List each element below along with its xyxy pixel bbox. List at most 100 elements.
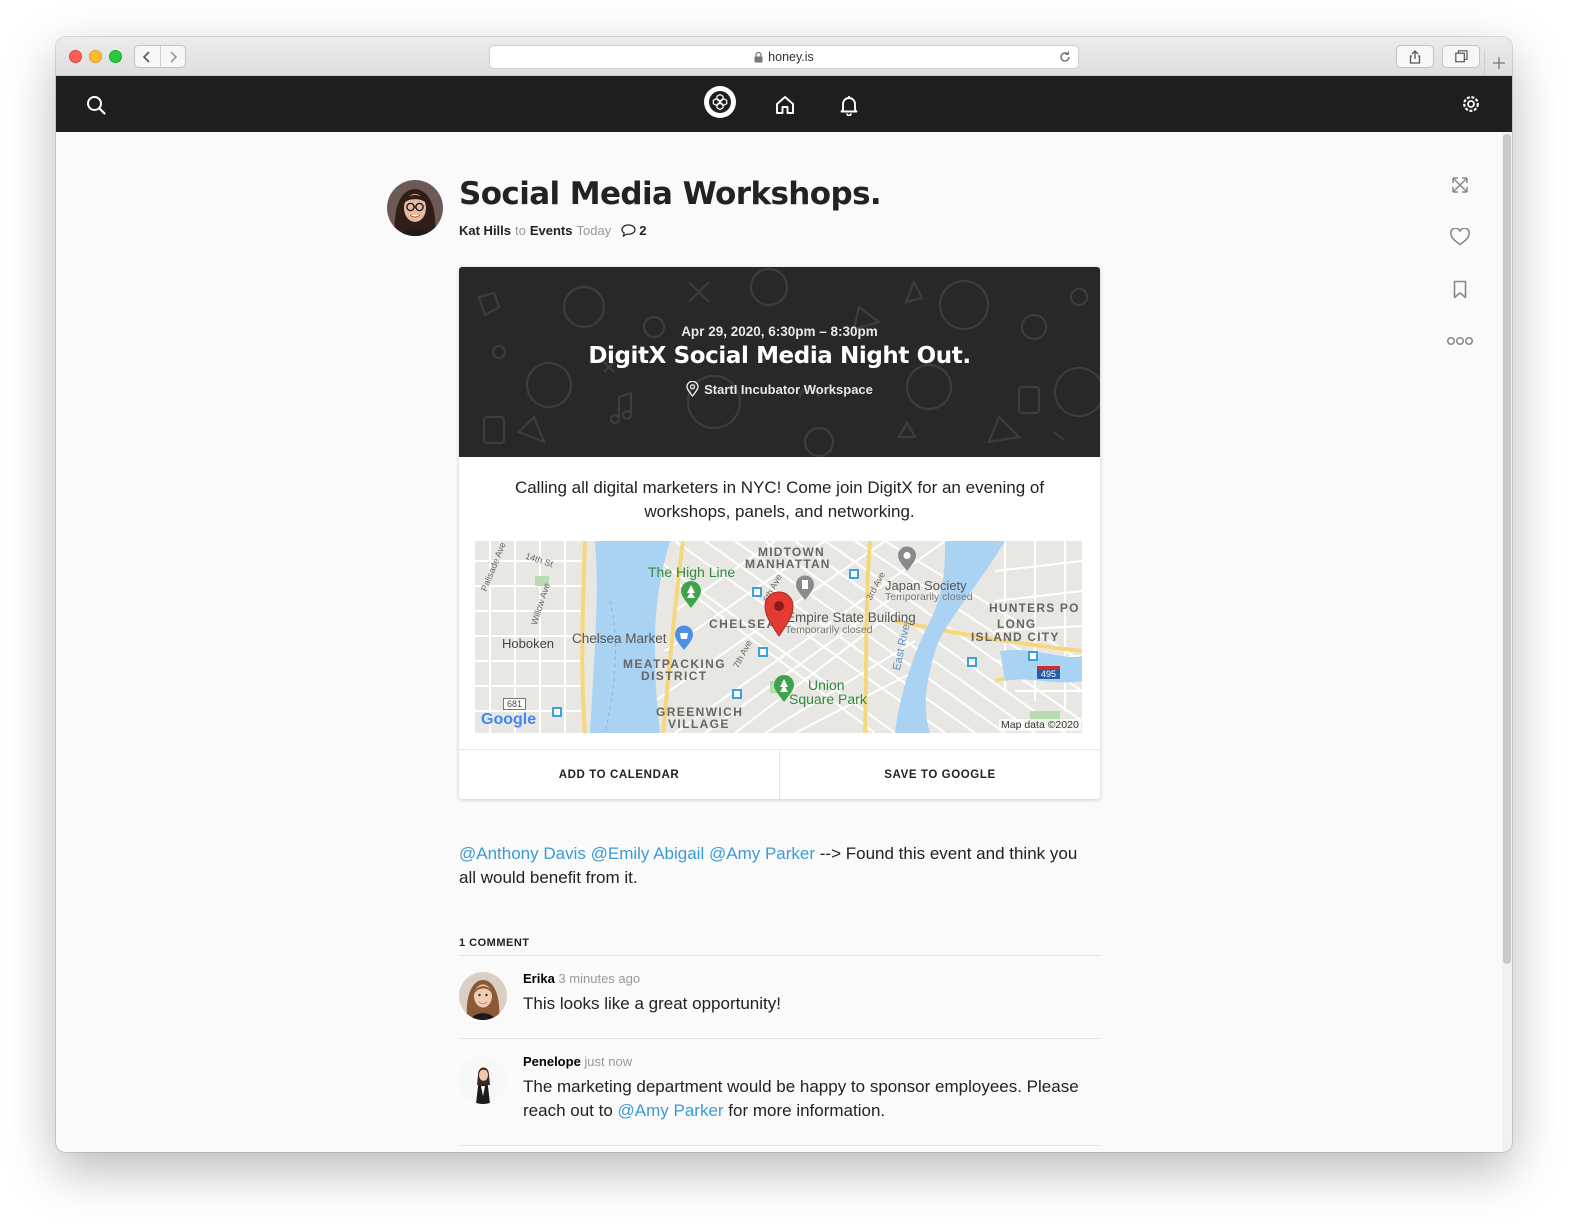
notifications-button[interactable] — [836, 92, 862, 118]
app-navbar — [56, 76, 1512, 132]
tabs-overview-button[interactable] — [1442, 45, 1480, 68]
transit-icon — [1028, 651, 1038, 661]
heart-icon — [1450, 228, 1470, 246]
comment-count-link[interactable]: 2 — [621, 223, 646, 238]
transit-icon — [732, 689, 742, 699]
japan-society-pin-icon — [898, 546, 916, 571]
post-meta: Kat Hills to Events Today 2 — [459, 223, 646, 238]
bookmark-button[interactable] — [1448, 277, 1472, 301]
search-button[interactable] — [84, 93, 108, 117]
home-icon — [776, 96, 794, 114]
comment-item: Erika 3 minutes ago This looks like a gr… — [459, 967, 1100, 1039]
map-label-manhattan: MANHATTAN — [745, 557, 831, 571]
event-location[interactable]: StartI Incubator Workspace — [459, 381, 1100, 397]
location-pin-icon — [686, 381, 699, 397]
map-label-chelsea-market: Chelsea Market — [572, 631, 667, 646]
more-options-button[interactable] — [1446, 329, 1474, 353]
channel-link[interactable]: Events — [530, 223, 573, 238]
zoom-window-button[interactable] — [109, 50, 122, 63]
union-square-pin-icon — [774, 675, 794, 702]
comments-header: 1 COMMENT — [459, 937, 1100, 956]
more-icon — [1446, 336, 1474, 346]
event-date: Apr 29, 2020, 6:30pm – 8:30pm — [681, 324, 878, 339]
save-to-google-button[interactable]: SAVE TO GOOGLE — [779, 750, 1100, 799]
map-label-island-city: ISLAND CITY — [971, 630, 1060, 644]
comment-time: just now — [584, 1054, 633, 1069]
event-banner: Apr 29, 2020, 6:30pm – 8:30pm DigitX Soc… — [459, 267, 1100, 457]
map-label-japan-closed: Temporarily closed — [885, 591, 973, 603]
address-bar[interactable]: honey.is — [489, 45, 1079, 69]
settings-button[interactable] — [1459, 92, 1483, 116]
event-title: DigitX Social Media Night Out. — [588, 343, 971, 369]
chelsea-market-pin-icon — [675, 625, 693, 650]
like-button[interactable] — [1448, 225, 1472, 249]
new-tab-button[interactable] — [1484, 50, 1512, 76]
search-icon — [87, 96, 106, 115]
landmark-pin-icon — [796, 575, 814, 600]
plus-icon — [1492, 57, 1505, 69]
comment-header: Erika 3 minutes ago — [523, 971, 640, 986]
post-time: Today — [576, 223, 612, 238]
close-post-button[interactable] — [1448, 173, 1472, 197]
chevron-left-icon — [143, 50, 150, 63]
author-link[interactable]: Kat Hills — [459, 223, 511, 238]
add-to-calendar-button[interactable]: ADD TO CALENDAR — [459, 750, 779, 799]
url-text: honey.is — [768, 50, 814, 64]
comment-header: Penelope just now — [523, 1054, 632, 1069]
transit-icon — [967, 657, 977, 667]
commenter-name[interactable]: Erika — [523, 971, 555, 986]
map-label-hunters: HUNTERS PO — [989, 601, 1080, 615]
bell-icon — [840, 96, 858, 116]
map-data-credit: Map data ©2020 — [999, 719, 1081, 731]
scrollbar-thumb[interactable] — [1503, 134, 1511, 964]
share-button[interactable] — [1396, 45, 1434, 68]
lock-icon — [754, 51, 763, 62]
forward-button[interactable] — [159, 46, 186, 67]
mention-amy-parker-comment[interactable]: @Amy Parker — [618, 1101, 724, 1120]
close-window-button[interactable] — [69, 50, 82, 63]
map-label-long: LONG — [997, 617, 1037, 631]
chevron-right-icon — [170, 50, 177, 63]
commenter-avatar[interactable] — [459, 1056, 507, 1104]
event-description: Calling all digital marketers in NYC! Co… — [514, 478, 1045, 521]
commenter-avatar[interactable] — [459, 972, 507, 1020]
mention-amy-parker[interactable]: @Amy Parker — [709, 844, 815, 863]
comment-text: This looks like a great opportunity! — [523, 994, 781, 1013]
post-title: Social Media Workshops. — [459, 176, 882, 212]
comment-text: The marketing department would be happy … — [523, 1075, 1083, 1123]
event-map[interactable]: MIDTOWN MANHATTAN The High Line Japan So… — [475, 541, 1082, 733]
avatar-kat-hills — [387, 180, 443, 236]
google-map-logo: Google — [481, 711, 537, 728]
author-avatar[interactable] — [387, 180, 443, 236]
comment-bubble-icon — [621, 224, 636, 237]
gear-icon — [1463, 96, 1479, 112]
event-card: Apr 29, 2020, 6:30pm – 8:30pm DigitX Soc… — [459, 267, 1100, 799]
event-location-pin-icon — [764, 591, 794, 637]
scrollbar-track[interactable] — [1502, 132, 1512, 1152]
honey-logo-button[interactable] — [704, 86, 736, 118]
mention-emily-abigail[interactable]: @Emily Abigail — [591, 844, 705, 863]
map-label-hoboken: Hoboken — [502, 636, 555, 651]
transit-icon — [758, 647, 768, 657]
commenter-name[interactable]: Penelope — [523, 1054, 581, 1069]
minimize-window-button[interactable] — [89, 50, 102, 63]
tabs-icon — [1454, 50, 1468, 63]
back-button[interactable] — [135, 46, 160, 67]
map-label-district: DISTRICT — [641, 669, 708, 683]
honeycomb-logo-icon — [709, 91, 731, 113]
reload-icon[interactable] — [1058, 50, 1072, 64]
map-label-village: VILLAGE — [668, 717, 730, 731]
comment-time: 3 minutes ago — [558, 971, 641, 986]
comment-count: 2 — [639, 223, 647, 238]
map-route-495: 495 — [1037, 666, 1061, 679]
home-button[interactable] — [772, 92, 798, 118]
mention-anthony-davis[interactable]: @Anthony Davis — [459, 844, 586, 863]
history-nav — [134, 45, 186, 68]
map-label-square-park: Square Park — [789, 691, 867, 707]
map-route-681: 681 — [503, 698, 527, 710]
page-content: Social Media Workshops. Kat Hills to Eve… — [56, 132, 1512, 1152]
browser-titlebar: honey.is — [56, 37, 1512, 76]
post-body: @Anthony Davis @Emily Abigail @Amy Parke… — [459, 842, 1099, 890]
to-label: to — [515, 223, 526, 238]
avatar-penelope — [459, 1056, 507, 1104]
